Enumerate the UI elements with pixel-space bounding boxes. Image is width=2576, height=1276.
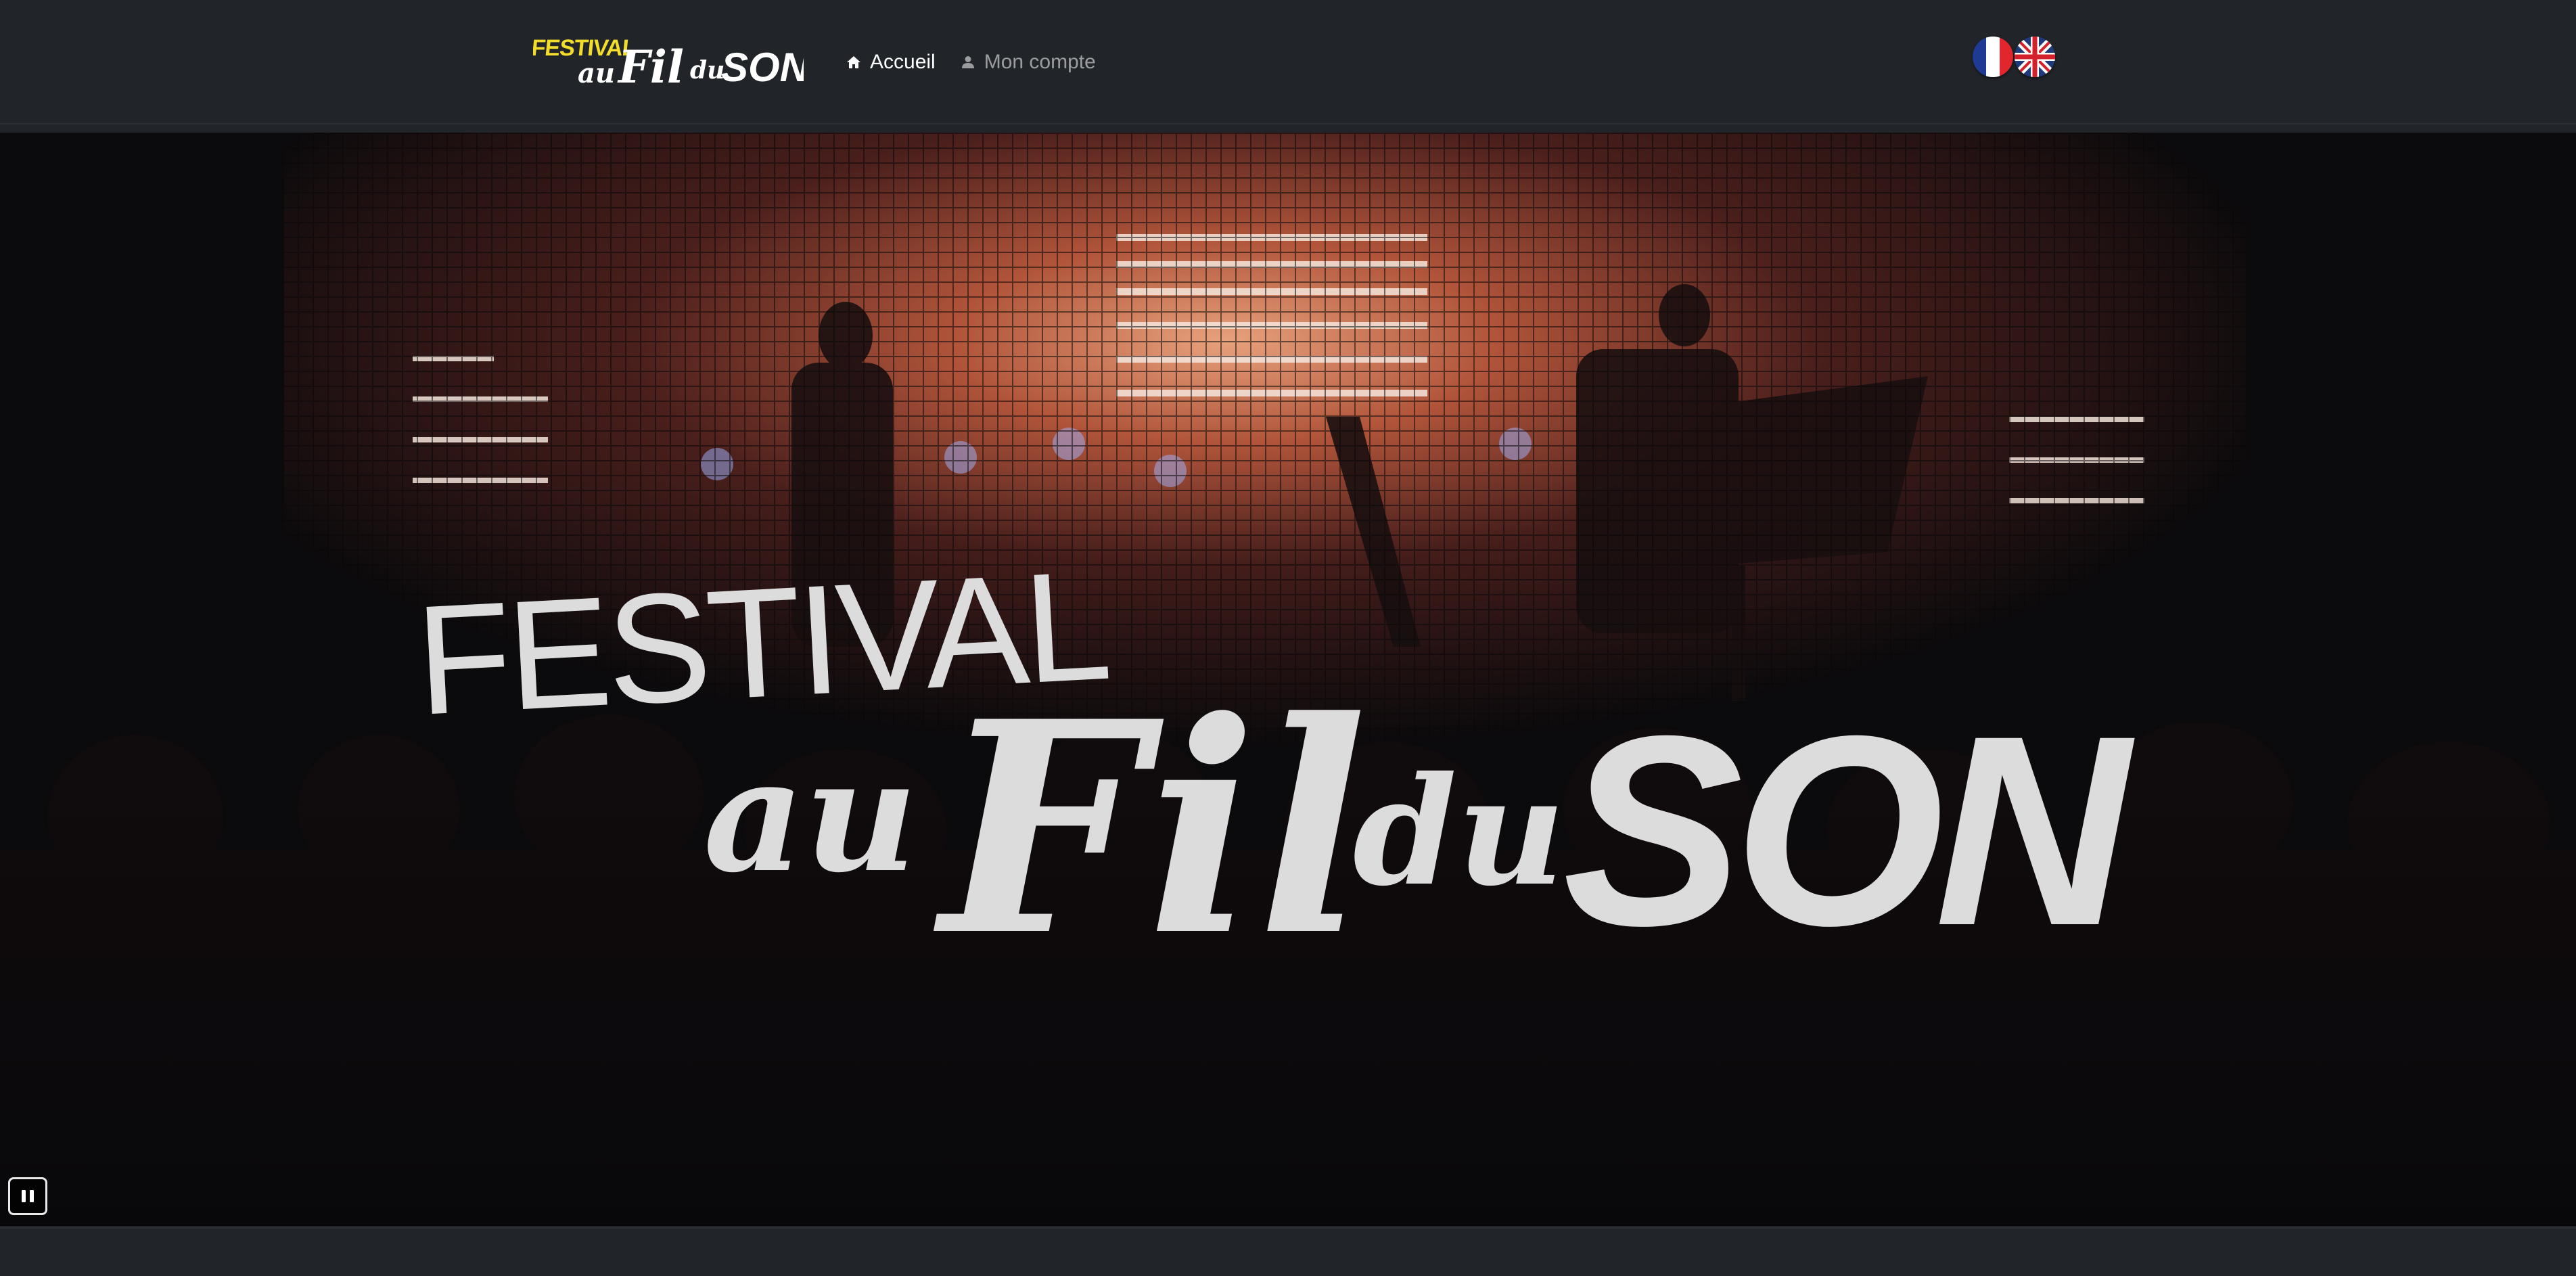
home-icon (847, 56, 860, 68)
pause-icon (22, 1190, 26, 1202)
logo-fil-text: Fil (617, 41, 684, 89)
hero-title-son: SON (1563, 679, 2138, 982)
logo-du-text: du (690, 56, 724, 85)
flag-uk-icon (2015, 37, 2055, 77)
brand-logo-link[interactable]: FESTIVAL au Fil du SON (533, 34, 804, 89)
logo-son-text: SON (721, 45, 804, 89)
content-section-start (0, 1227, 2576, 1276)
language-english[interactable] (2015, 37, 2055, 77)
nav-accueil-label: Accueil (870, 51, 936, 73)
festival-logo: FESTIVAL au Fil du SON (533, 35, 804, 89)
nav-accueil[interactable]: Accueil (846, 51, 936, 74)
nav-mon-compte-label: Mon compte (984, 51, 1096, 73)
logo-au-text: au (578, 58, 615, 89)
video-pause-button[interactable] (8, 1177, 47, 1215)
hero-video: FESTIVAL au Fil du SON (0, 133, 2576, 1226)
language-french[interactable] (1973, 37, 2013, 77)
hero-title-du: du (1353, 744, 1565, 919)
concert-video-frame: FESTIVAL au Fil du SON (0, 133, 2576, 1226)
top-navbar: FESTIVAL au Fil du SON Accueil Mon compt… (0, 0, 2576, 124)
nav-mon-compte[interactable]: Mon compte (960, 51, 1096, 74)
pause-icon-bar (30, 1190, 34, 1202)
main-nav: Accueil Mon compte (846, 46, 1096, 78)
flag-france-icon (1973, 37, 2013, 77)
user-icon (961, 56, 974, 68)
hero-title-au: au (704, 725, 917, 907)
hero-title-fil: Fil (932, 658, 1368, 1000)
